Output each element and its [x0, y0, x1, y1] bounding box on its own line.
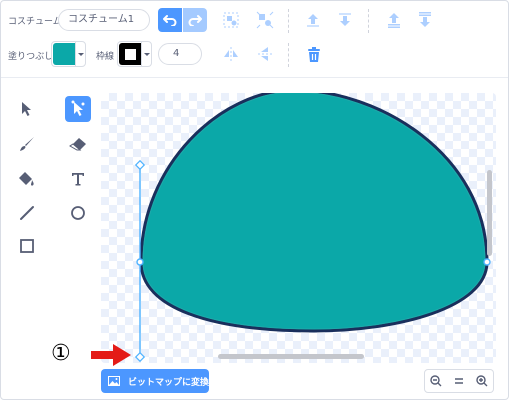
zoom-out-button[interactable] — [424, 369, 448, 393]
control-handle-top[interactable] — [134, 159, 146, 171]
convert-to-bitmap-button[interactable]: ビットマップに変換 — [101, 369, 209, 393]
back-icon[interactable] — [414, 9, 436, 31]
canvas-layer — [134, 93, 491, 363]
image-icon — [108, 376, 120, 386]
zoom-in-icon — [475, 375, 487, 387]
outline-width-input[interactable]: 4 — [158, 43, 202, 65]
anchor-point-right[interactable] — [483, 258, 491, 266]
forward-icon[interactable] — [302, 9, 324, 31]
flip-horizontal-icon[interactable] — [220, 43, 242, 65]
dome-shape[interactable] — [139, 93, 489, 333]
trash-icon — [308, 47, 320, 62]
redo-button[interactable] — [183, 8, 207, 32]
zoom-out-icon — [430, 375, 442, 387]
vertical-scrollbar[interactable] — [487, 170, 492, 256]
circle-icon — [71, 206, 85, 220]
undo-button[interactable] — [158, 8, 182, 32]
convert-to-bitmap-label: ビットマップに変換 — [127, 377, 209, 388]
horizontal-scrollbar[interactable] — [218, 354, 364, 359]
group-icon[interactable] — [220, 9, 242, 31]
paint-editor: コスチューム コスチューム1 塗りつぶし 枠線 4 ① ビットマップに変換 — [0, 0, 509, 400]
text-tool[interactable] — [65, 166, 91, 192]
fill-tool[interactable] — [14, 166, 40, 192]
drawing-canvas[interactable] — [101, 93, 496, 363]
equals-icon — [454, 378, 463, 384]
costume-label: コスチューム — [8, 17, 62, 27]
rectangle-icon — [20, 239, 34, 253]
toolbar-divider — [1, 77, 508, 78]
toolbar-divider — [288, 43, 289, 67]
undo-icon — [163, 15, 177, 26]
annotation-marker: ① — [51, 341, 71, 366]
chevron-down-icon[interactable] — [75, 42, 85, 66]
toolbar-divider — [288, 9, 289, 33]
line-icon — [20, 206, 34, 220]
fill-color-picker[interactable] — [51, 41, 86, 67]
anchor-point-left[interactable] — [136, 258, 144, 266]
front-icon[interactable] — [383, 9, 405, 31]
reshape-cursor-icon — [71, 100, 85, 116]
arrow-cursor-icon — [22, 102, 31, 116]
toolbar-divider — [368, 9, 369, 33]
delete-button[interactable] — [303, 44, 325, 66]
toolbar-row-1: コスチューム コスチューム1 — [1, 1, 508, 39]
outline-color-swatch[interactable] — [119, 43, 142, 65]
outline-label: 枠線 — [96, 52, 115, 62]
red-arrow-icon — [91, 344, 131, 366]
flip-vertical-icon[interactable] — [254, 43, 276, 65]
chevron-down-icon[interactable] — [141, 42, 151, 66]
eraser-icon — [69, 138, 86, 151]
line-tool[interactable] — [14, 200, 40, 226]
text-icon — [72, 173, 84, 186]
fill-label: 塗りつぶし — [8, 52, 54, 62]
brush-tool[interactable] — [14, 131, 40, 157]
zoom-in-button[interactable] — [470, 369, 494, 393]
rectangle-tool[interactable] — [14, 233, 40, 259]
zoom-reset-button[interactable] — [447, 369, 471, 393]
outline-color-picker[interactable] — [117, 41, 152, 67]
ungroup-icon[interactable] — [254, 9, 276, 31]
reshape-tool[interactable] — [65, 96, 91, 122]
costume-name-input[interactable]: コスチューム1 — [58, 9, 150, 31]
eraser-tool[interactable] — [65, 131, 91, 157]
circle-tool[interactable] — [65, 200, 91, 226]
paint-bucket-icon — [19, 172, 34, 186]
brush-icon — [20, 137, 34, 151]
fill-color-swatch[interactable] — [53, 43, 76, 65]
backward-icon[interactable] — [334, 9, 356, 31]
redo-icon — [188, 15, 202, 26]
select-tool[interactable] — [14, 96, 40, 122]
control-handle-bottom[interactable] — [134, 351, 146, 363]
